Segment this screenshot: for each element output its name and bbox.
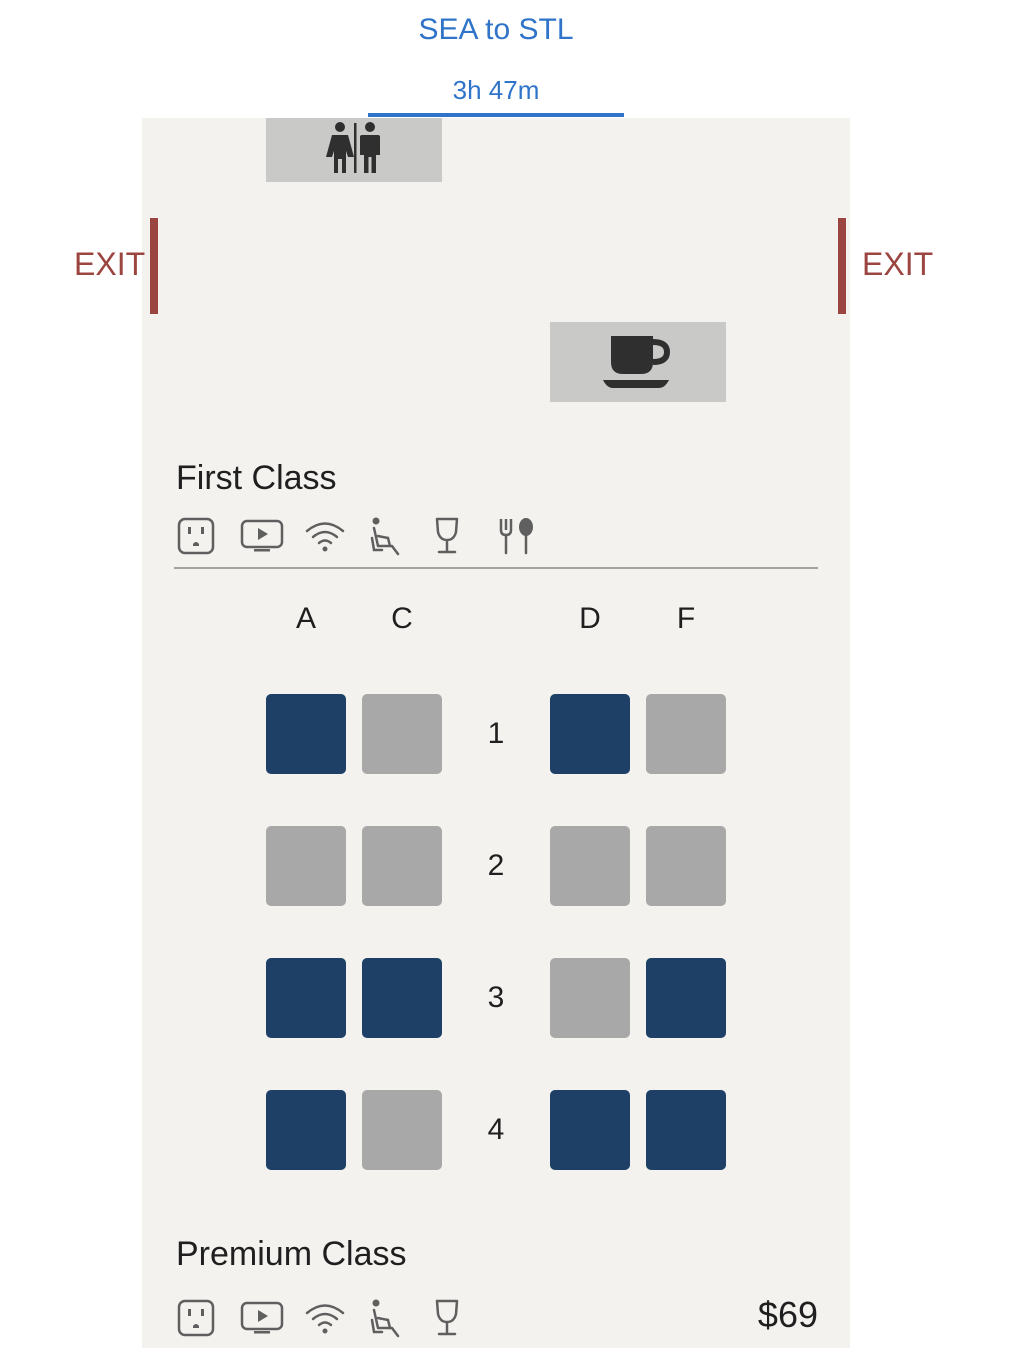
- seat-4f[interactable]: [646, 1090, 726, 1170]
- premium-class-amenities: [176, 1296, 496, 1340]
- exit-door-left: [150, 218, 158, 314]
- seat-1f: [646, 694, 726, 774]
- dining-icon: [496, 514, 560, 558]
- power-outlet-icon: [176, 1296, 240, 1340]
- power-outlet-icon: [176, 514, 240, 558]
- seat-1d[interactable]: [550, 694, 630, 774]
- premium-class-title: Premium Class: [176, 1235, 407, 1273]
- exit-label-right: EXIT: [862, 246, 934, 282]
- coffee-cup-icon: [603, 332, 673, 393]
- seat-4d[interactable]: [550, 1090, 630, 1170]
- active-tab-indicator: [368, 113, 624, 117]
- wifi-icon: [304, 514, 368, 558]
- entertainment-icon: [240, 1296, 304, 1340]
- wifi-icon: [304, 1296, 368, 1340]
- column-label-f: F: [676, 602, 696, 635]
- row-number-3: 3: [487, 981, 505, 1014]
- exit-label-left: EXIT: [74, 246, 146, 282]
- first-class-title: First Class: [176, 459, 337, 497]
- seat-3f[interactable]: [646, 958, 726, 1038]
- seat-4c: [362, 1090, 442, 1170]
- exit-door-right: [838, 218, 846, 314]
- seat-2c: [362, 826, 442, 906]
- recline-seat-icon: [368, 1296, 432, 1340]
- row-number-4: 4: [487, 1113, 505, 1146]
- restroom-icon: [324, 121, 384, 180]
- column-label-a: A: [295, 602, 316, 635]
- seat-2d: [550, 826, 630, 906]
- entertainment-icon: [240, 514, 304, 558]
- duration-tab[interactable]: 3h 47m: [0, 72, 992, 108]
- seat-1c: [362, 694, 442, 774]
- galley: [550, 322, 726, 402]
- section-divider: [174, 567, 818, 569]
- route-tab[interactable]: SEA to STL: [0, 10, 992, 50]
- seat-1a[interactable]: [266, 694, 346, 774]
- wine-glass-icon: [432, 514, 496, 558]
- seat-2f: [646, 826, 726, 906]
- premium-price: $69: [757, 1294, 818, 1335]
- row-number-1: 1: [487, 717, 505, 750]
- seat-3c[interactable]: [362, 958, 442, 1038]
- seat-4a[interactable]: [266, 1090, 346, 1170]
- row-number-2: 2: [487, 849, 505, 882]
- recline-seat-icon: [368, 514, 432, 558]
- wine-glass-icon: [432, 1296, 496, 1340]
- column-label-c: C: [391, 602, 413, 635]
- seat-2a: [266, 826, 346, 906]
- seat-3d: [550, 958, 630, 1038]
- lavatory: [266, 118, 442, 182]
- first-class-amenities: [176, 514, 560, 558]
- seat-3a[interactable]: [266, 958, 346, 1038]
- column-label-d: D: [579, 602, 601, 635]
